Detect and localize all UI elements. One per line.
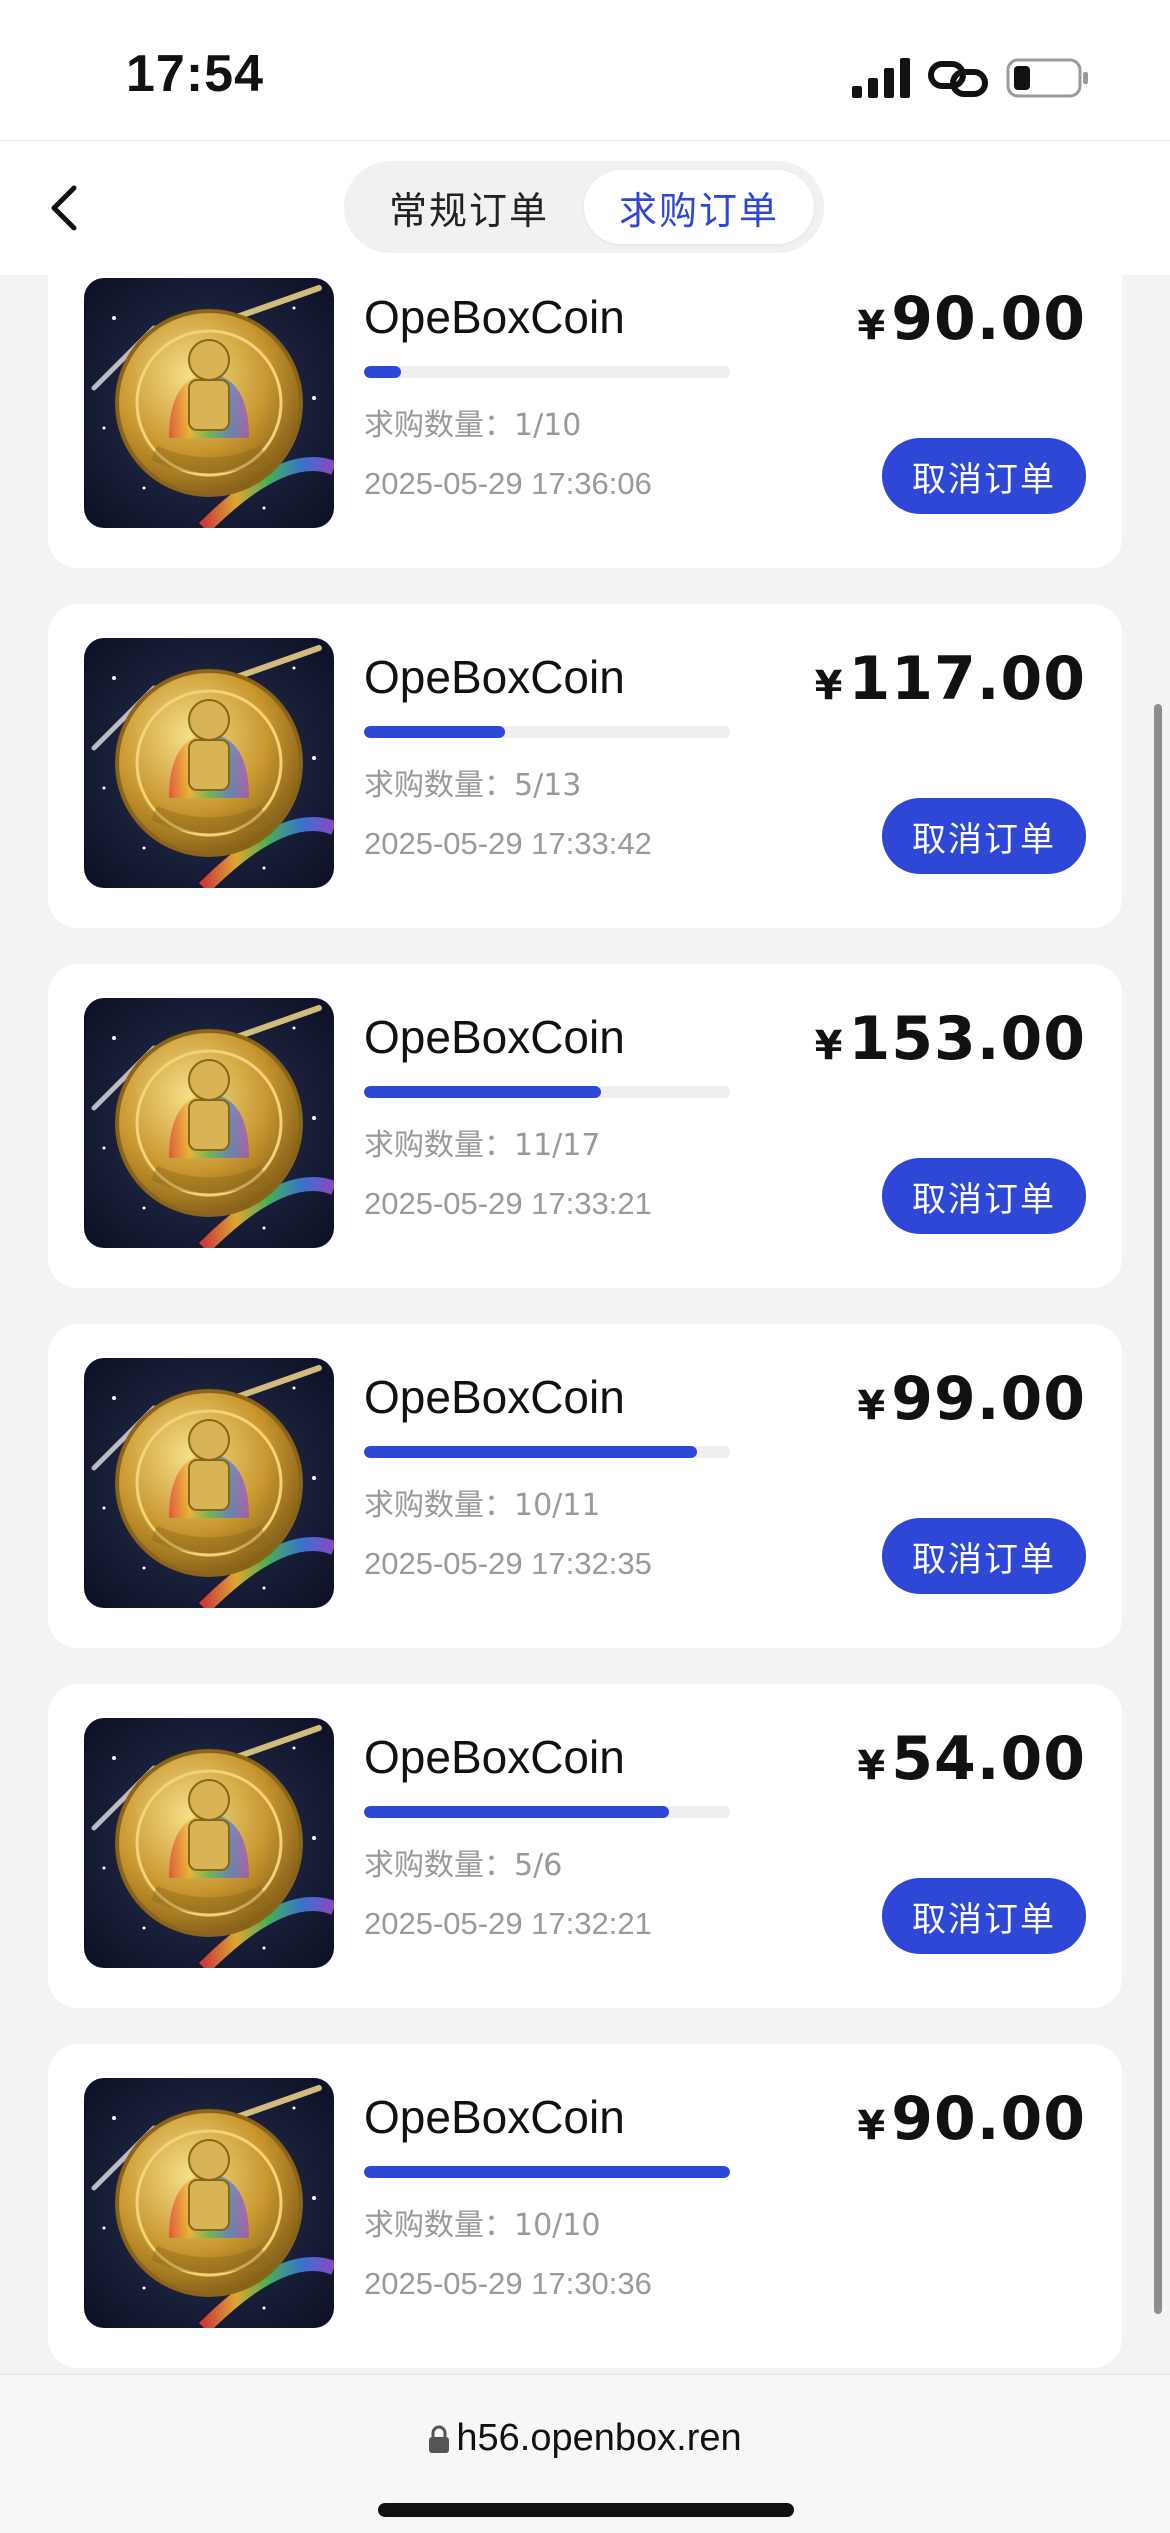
nav-bar: 常规订单 求购订单 [0,140,1170,275]
product-name: OpeBoxCoin [364,291,625,343]
product-name: OpeBoxCoin [364,1011,625,1063]
product-thumbnail [84,278,334,528]
product-thumbnail [84,1358,334,1608]
order-type-tabs: 常规订单 求购订单 [344,161,824,253]
home-indicator[interactable] [378,2503,794,2517]
url-text: h56.openbox.ren [456,2417,742,2459]
purchase-progress-fill [364,366,401,378]
purchase-progress-bar [364,366,730,378]
order-timestamp: 2025-05-29 17:33:21 [364,1186,652,1221]
cancel-order-button[interactable]: 取消订单 [882,1518,1086,1594]
cancel-order-button[interactable]: 取消订单 [882,1158,1086,1234]
purchase-progress-bar [364,2166,730,2178]
tab-purchase-orders[interactable]: 求购订单 [584,170,814,244]
status-bar: 17:54 [0,0,1170,140]
order-card[interactable]: OpeBoxCoin 求购数量：11/17 2025-05-29 17:33:2… [48,964,1122,1288]
coin-artwork [84,998,334,1248]
purchase-quantity: 求购数量：1/10 [364,408,582,443]
purchase-progress-fill [364,1086,601,1098]
product-name: OpeBoxCoin [364,651,625,703]
price-amount: 99.00 [891,1364,1086,1434]
order-card[interactable]: OpeBoxCoin 求购数量：10/11 2025-05-29 17:32:3… [48,1324,1122,1648]
currency-symbol: ¥ [857,2103,886,2149]
price-amount: 54.00 [891,1724,1086,1794]
purchase-progress-fill [364,2166,730,2178]
order-timestamp: 2025-05-29 17:33:42 [364,826,652,861]
currency-symbol: ¥ [857,303,886,349]
purchase-progress-bar [364,1446,730,1458]
order-price: ¥ 153.00 [815,1004,1086,1074]
purchase-progress-bar [364,726,730,738]
cancel-order-button[interactable]: 取消订单 [882,798,1086,874]
link-icon [928,61,988,97]
purchase-progress-bar [364,1086,730,1098]
battery-icon [1006,58,1088,98]
order-price: ¥ 54.00 [857,1724,1086,1794]
coin-artwork [84,1358,334,1608]
cancel-order-button[interactable]: 取消订单 [882,1878,1086,1954]
order-timestamp: 2025-05-29 17:36:06 [364,466,652,501]
product-name: OpeBoxCoin [364,1731,625,1783]
order-price: ¥ 117.00 [815,644,1086,714]
order-card[interactable]: OpeBoxCoin 求购数量：5/6 2025-05-29 17:32:21 … [48,1684,1122,2008]
order-price: ¥ 90.00 [857,284,1086,354]
tab-regular-orders[interactable]: 常规订单 [354,170,584,244]
order-timestamp: 2025-05-29 17:30:36 [364,2266,652,2301]
currency-symbol: ¥ [814,1023,843,1069]
purchase-quantity: 求购数量：5/13 [364,768,582,803]
currency-symbol: ¥ [857,1743,886,1789]
coin-artwork [84,278,334,528]
chevron-left-icon [51,185,77,231]
purchase-progress-fill [364,1806,669,1818]
product-name: OpeBoxCoin [364,2091,625,2143]
back-button[interactable] [30,175,96,241]
currency-symbol: ¥ [857,1383,886,1429]
order-timestamp: 2025-05-29 17:32:21 [364,1906,652,1941]
scrollbar[interactable] [1154,704,1162,2314]
price-amount: 117.00 [848,644,1086,714]
purchase-quantity: 求购数量：5/6 [364,1848,563,1883]
purchase-quantity: 求购数量：10/10 [364,2208,601,2243]
order-card[interactable]: OpeBoxCoin 求购数量：1/10 2025-05-29 17:36:06… [48,274,1122,568]
status-icons [852,56,1090,100]
price-amount: 90.00 [891,2084,1086,2154]
price-amount: 90.00 [891,284,1086,354]
purchase-progress-bar [364,1806,730,1818]
coin-artwork [84,2078,334,2328]
lock-icon [429,2425,450,2453]
order-card[interactable]: OpeBoxCoin 求购数量：5/13 2025-05-29 17:33:42… [48,604,1122,928]
url-bar: h56.openbox.ren [0,2374,1170,2533]
cancel-order-button[interactable]: 取消订单 [882,438,1086,514]
purchase-progress-fill [364,726,505,738]
signal-icon [852,58,910,98]
product-thumbnail [84,1718,334,1968]
order-card[interactable]: OpeBoxCoin 求购数量：10/10 2025-05-29 17:30:3… [48,2044,1122,2368]
product-thumbnail [84,638,334,888]
product-name: OpeBoxCoin [364,1371,625,1423]
order-list: OpeBoxCoin 求购数量：1/10 2025-05-29 17:36:06… [0,274,1170,2374]
price-amount: 153.00 [848,1004,1086,1074]
status-time: 17:54 [126,45,264,103]
coin-artwork [84,1718,334,1968]
purchase-quantity: 求购数量：11/17 [364,1128,601,1163]
order-timestamp: 2025-05-29 17:32:35 [364,1546,652,1581]
product-thumbnail [84,2078,334,2328]
purchase-quantity: 求购数量：10/11 [364,1488,601,1523]
order-price: ¥ 90.00 [857,2084,1086,2154]
currency-symbol: ¥ [814,663,843,709]
order-price: ¥ 99.00 [857,1364,1086,1434]
coin-artwork [84,638,334,888]
purchase-progress-fill [364,1446,697,1458]
url-display[interactable]: h56.openbox.ren [0,2417,1170,2460]
product-thumbnail [84,998,334,1248]
